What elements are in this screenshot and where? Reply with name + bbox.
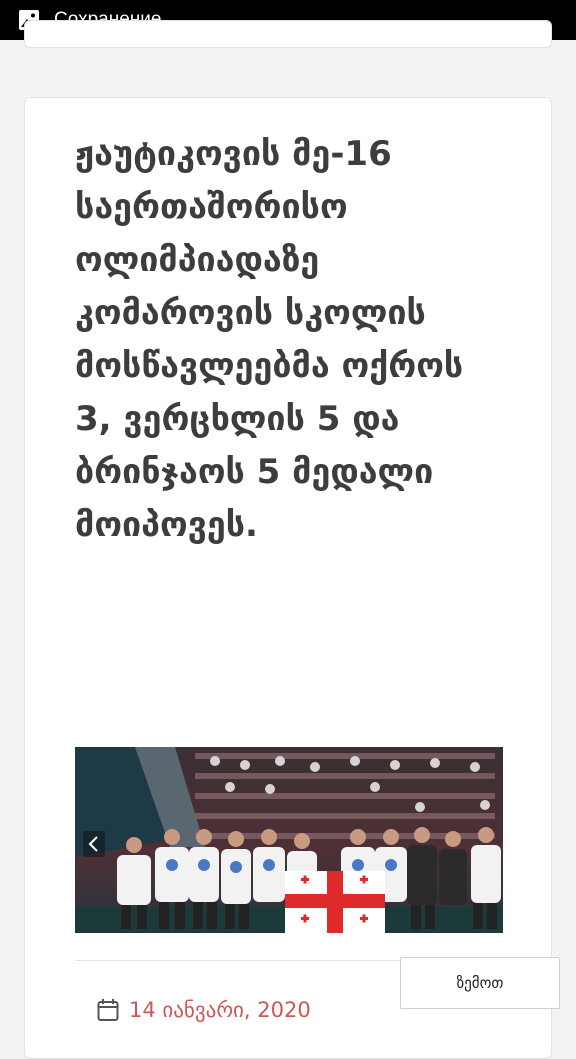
article-photo[interactable] xyxy=(75,747,503,933)
article-headline[interactable]: ჟაუტიკოვის მე-16 საერთაშორისო ოლიმპიადაზ… xyxy=(75,128,505,552)
article-date: 14 იანვარი, 2020 xyxy=(129,998,311,1022)
calendar-icon xyxy=(97,999,119,1021)
article-card: ჟაუტიკოვის მე-16 საერთაშორისო ოლიმპიადაზ… xyxy=(24,97,552,1059)
scroll-to-top-button[interactable]: ზემოთ xyxy=(400,957,560,1009)
date-row: 14 იანვარი, 2020 xyxy=(97,998,311,1022)
previous-card xyxy=(24,20,552,48)
